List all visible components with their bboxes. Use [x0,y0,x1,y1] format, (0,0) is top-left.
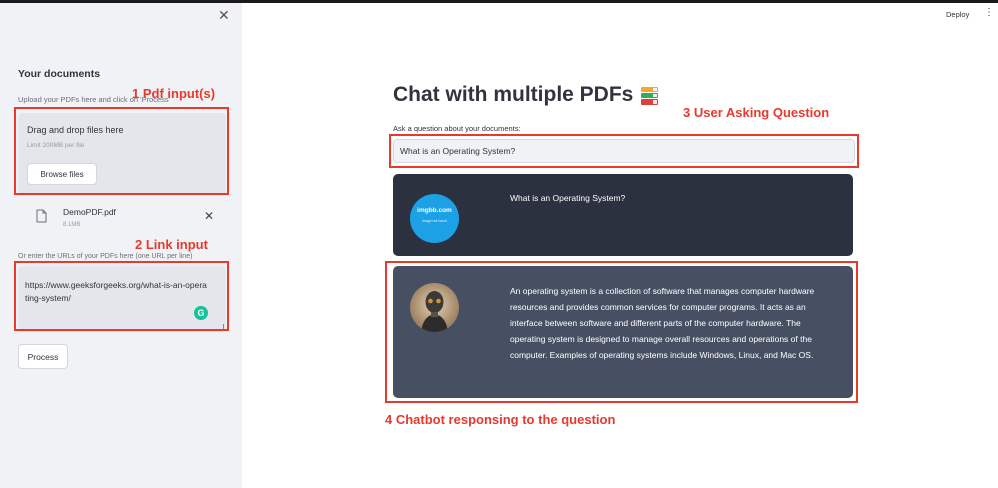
menu-icon[interactable]: ⋮ [984,7,994,18]
file-icon [36,209,47,223]
annotation-label-question: 3 User Asking Question [683,105,830,120]
file-size: 8.1MB [63,222,81,228]
uploaded-file-item: DemoPDF.pdf 8.1MB ✕ [18,205,226,235]
avatar-caption: Image not found [421,219,448,223]
user-message-text: What is an Operating System? [510,193,626,203]
file-name: DemoPDF.pdf [63,207,116,217]
sidebar-title: Your documents [18,68,101,80]
annotation-box-pdf [14,107,229,195]
question-label: Ask a question about your documents: [393,124,521,133]
annotation-label-pdf: 1 Pdf input(s) [132,86,216,101]
avatar-brand: imgbb.com [417,207,452,214]
annotation-box-chatbot [385,261,858,403]
remove-file-icon[interactable]: ✕ [204,209,214,223]
books-icon [641,87,658,105]
chat-message-user: imgbb.com Image not found What is an Ope… [393,174,853,256]
page-title: Chat with multiple PDFs [393,83,634,106]
annotation-label-chatbot: 4 Chatbot responsing to the question [385,412,616,427]
process-button[interactable]: Process [18,344,68,369]
url-help-text: Or enter the URLs of your PDFs here (one… [18,253,193,260]
annotation-box-link [14,261,229,331]
close-icon[interactable]: ✕ [218,7,230,23]
deploy-button[interactable]: Deploy [946,10,969,19]
annotation-label-link: 2 Link input [135,237,208,252]
annotation-box-question [389,134,859,168]
user-avatar: imgbb.com Image not found [410,194,459,243]
